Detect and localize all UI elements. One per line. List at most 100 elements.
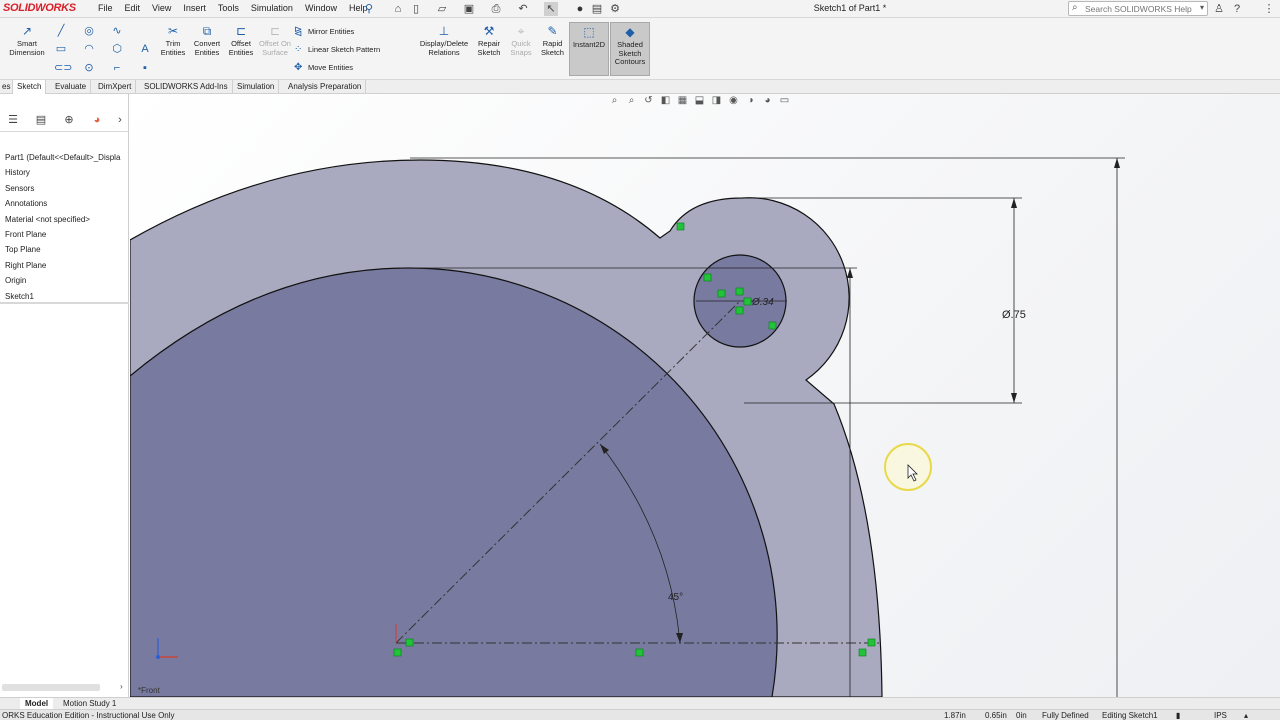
shaded-sketch-contours-button[interactable]: ◆ Shaded Sketch Contours [610,22,650,76]
relation-marker[interactable] [768,321,777,330]
relation-marker[interactable] [867,638,876,647]
file-properties-icon[interactable]: ▤ [590,2,604,16]
units-dropdown-icon[interactable]: ▴ [1244,710,1248,720]
feature-manager-scrollbar[interactable] [2,684,100,691]
polygon-icon[interactable]: ⬡ [110,43,124,55]
menu-insert[interactable]: Insert [177,3,212,13]
relation-marker[interactable] [393,648,402,657]
offset-on-surface-button: ⊏ Offset On Surface [259,24,291,57]
instant2d-button[interactable]: ⬚ Instant2D [569,22,609,76]
help-icon[interactable]: ? [1230,2,1244,16]
feature-tree-icon[interactable]: ☰ [5,113,21,127]
trim-entities-button[interactable]: ✂ Trim Entities [156,24,190,57]
more-options-icon[interactable]: ⋮ [1262,2,1276,16]
origin-point [156,655,160,659]
undo-icon[interactable]: ↶ [516,2,530,16]
rectangle-icon[interactable]: ▭ [54,43,68,55]
traffic-light-icon[interactable]: ● [573,2,587,16]
scroll-right-icon[interactable]: › [120,682,123,691]
solidworks-logo[interactable]: SOLIDWORKS [0,2,78,16]
print-icon[interactable]: ⎙ [489,2,503,16]
relation-marker[interactable] [703,273,712,282]
sketch-canvas[interactable]: Ø.34 Ø.75 45° [130,94,1280,697]
tree-item-history[interactable]: History [0,165,129,180]
arc-icon[interactable]: ◠ [82,43,96,55]
open-icon[interactable]: ▱ [435,2,449,16]
dimension-angle-45[interactable]: 45° [668,592,683,603]
linear-pattern-icon: ⁘ [294,44,303,55]
tab-cut-off[interactable]: es [0,80,14,94]
relation-marker[interactable] [735,287,744,296]
title-bar: SOLIDWORKS File Edit View Insert Tools S… [0,0,1280,18]
slot-icon[interactable]: ⊂⊃ [54,62,72,74]
dimension-diameter-034[interactable]: Ø.34 [751,297,774,308]
repair-sketch-button[interactable]: ⚒ Repair Sketch [473,24,505,57]
tree-item-annotations[interactable]: Annotations [0,196,129,211]
menu-simulation[interactable]: Simulation [245,3,299,13]
move-entities-button[interactable]: ✥ Move Entities [294,62,353,74]
spline-icon[interactable]: ∿ [110,25,124,37]
tab-analysis-preparation[interactable]: Analysis Preparation [284,80,367,94]
point-icon[interactable]: ⊙ [82,62,96,74]
property-manager-icon[interactable]: ▤ [33,113,49,127]
smart-dimension-button[interactable]: ↗ Smart Dimension [6,24,48,57]
pin-icon[interactable]: ⚲ [362,2,376,16]
edition-label: ORKS Education Edition - Instructional U… [2,711,175,720]
rapid-sketch-button[interactable]: ✎ Rapid Sketch [537,24,568,57]
unit-system-label[interactable]: IPS [1214,710,1227,720]
home-icon[interactable]: ⌂ [391,2,405,16]
new-document-icon[interactable]: ▯ [409,2,423,16]
circle-icon[interactable]: ◎ [82,25,96,37]
tree-item-right-plane[interactable]: Right Plane [0,258,129,273]
menu-view[interactable]: View [146,3,177,13]
select-icon[interactable]: ↖ [544,2,558,16]
quick-snaps-icon: ⌖ [517,24,525,38]
configuration-manager-icon[interactable]: ⊕ [61,113,77,127]
tab-simulation[interactable]: Simulation [233,80,280,94]
relation-marker[interactable] [735,306,744,315]
relation-marker[interactable] [635,648,644,657]
relation-marker[interactable] [405,638,414,647]
display-delete-relations-button[interactable]: ⊥ Display/Delete Relations [416,24,472,57]
menu-tools[interactable]: Tools [212,3,245,13]
menu-file[interactable]: File [92,3,119,13]
graphics-area[interactable]: ⌕ ⌕ ↺ ◧ ▦ ⬓ ◨ ◉ ◑ ◕ ▭ Ø.34 Ø.75 45° *Fro… [130,94,1280,697]
relation-marker[interactable] [858,648,867,657]
tab-dimxpert[interactable]: DimXpert [94,80,137,94]
offset-entities-button[interactable]: ⊏ Offset Entities [224,24,258,57]
tab-sketch[interactable]: Sketch [13,80,47,94]
search-dropdown-icon[interactable]: ▾ [1200,3,1204,12]
user-icon[interactable]: ♙ [1212,2,1226,16]
line-icon[interactable]: ╱ [54,25,68,37]
display-manager-icon[interactable]: ◕ [89,113,105,127]
search-help-box[interactable]: ⌕ ▾ [1068,1,1208,16]
mirror-entities-button[interactable]: ⧎ Mirror Entities [294,26,354,38]
status-x-coordinate: 1.87in [944,711,966,720]
save-icon[interactable]: ▣ [462,2,476,16]
convert-entities-button[interactable]: ⧉ Convert Entities [190,24,224,57]
tab-evaluate[interactable]: Evaluate [51,80,92,94]
relation-marker[interactable] [743,297,752,306]
rebuild-icon[interactable]: ▮ [1176,710,1180,720]
dimension-diameter-075[interactable]: Ø.75 [1002,309,1026,321]
search-input[interactable] [1085,3,1193,15]
fillet-icon[interactable]: ⌐ [110,62,124,74]
plane-icon[interactable]: ▪ [138,62,152,74]
tree-item-top-plane[interactable]: Top Plane [0,242,129,257]
search-icon: ⌕ [1072,2,1078,13]
menu-window[interactable]: Window [299,3,343,13]
options-gear-icon[interactable]: ⚙ [608,2,622,16]
tree-item-origin[interactable]: Origin [0,273,129,288]
linear-sketch-pattern-button[interactable]: ⁘ Linear Sketch Pattern [294,44,380,56]
menu-edit[interactable]: Edit [119,3,147,13]
panel-splitter[interactable] [0,302,129,304]
relation-marker[interactable] [676,222,685,231]
tree-item-front-plane[interactable]: Front Plane [0,227,129,242]
text-icon[interactable]: A [138,43,152,55]
tree-item-sensors[interactable]: Sensors [0,181,129,196]
expand-panel-icon[interactable]: › [112,113,128,127]
tab-solidworks-add-ins[interactable]: SOLIDWORKS Add-Ins [140,80,233,94]
tree-item-material[interactable]: Material <not specified> [0,212,129,227]
relation-marker[interactable] [717,289,726,298]
tree-item-part1[interactable]: Part1 (Default<<Default>_Displa [0,150,129,165]
